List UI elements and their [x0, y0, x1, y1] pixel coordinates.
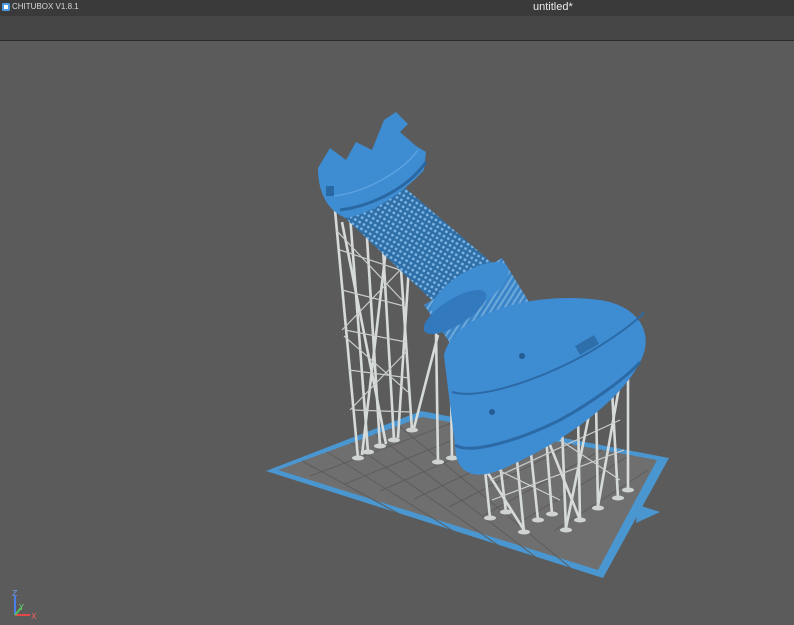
- scene: [0, 41, 794, 625]
- document-title: untitled*: [533, 1, 573, 13]
- y-axis-label: Y: [18, 603, 24, 612]
- chitubox-logo-icon: [2, 3, 10, 11]
- z-axis-label: Z: [12, 590, 18, 598]
- toolbar: [0, 16, 794, 41]
- x-axis-label: X: [31, 612, 37, 621]
- plate-arrow-marker: [636, 505, 660, 523]
- 3d-viewport[interactable]: [0, 41, 794, 625]
- app-name: CHITUBOX V1.8.1: [12, 2, 79, 11]
- title-bar: CHITUBOX V1.8.1 untitled*: [0, 0, 794, 16]
- axis-gizmo: Z X Y: [6, 590, 40, 622]
